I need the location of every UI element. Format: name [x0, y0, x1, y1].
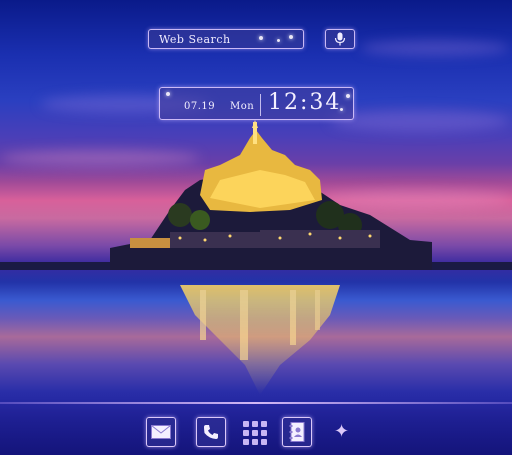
- web-search-label: Web Search: [159, 32, 231, 46]
- app-drawer-button[interactable]: [243, 421, 267, 445]
- app-drawer-icon: [261, 421, 267, 427]
- cloud: [360, 40, 510, 56]
- app-drawer-icon: [243, 439, 249, 445]
- sparkle-decoration: [277, 39, 280, 42]
- sparkle-decoration: [166, 92, 170, 96]
- sparkle-decoration: [289, 35, 293, 39]
- contacts-button[interactable]: [282, 417, 312, 447]
- home-screen: Web Search 07.19 Mon 12:34 ✦: [0, 0, 512, 455]
- app-drawer-icon: [252, 430, 258, 436]
- web-search-bar[interactable]: Web Search: [148, 29, 304, 49]
- app-drawer-icon: [261, 430, 267, 436]
- app-drawer-icon: [261, 439, 267, 445]
- sparkle-decoration: [259, 36, 263, 40]
- castle-island-image: [110, 120, 432, 270]
- clock-widget[interactable]: 07.19 Mon 12:34: [159, 87, 354, 120]
- clock-time: 12:34: [268, 90, 342, 115]
- sparkle-decoration: [340, 108, 343, 111]
- voice-search-button[interactable]: [325, 29, 355, 49]
- mail-button[interactable]: [146, 417, 176, 447]
- phone-icon: [204, 425, 218, 439]
- clock-divider: [260, 94, 261, 116]
- contacts-icon: [289, 422, 305, 442]
- app-drawer-icon: [243, 430, 249, 436]
- app-drawer-icon: [243, 421, 249, 427]
- clock-day: Mon: [230, 101, 255, 112]
- sparkle-star-icon[interactable]: ✦: [334, 423, 349, 441]
- phone-button[interactable]: [196, 417, 226, 447]
- mail-icon: [151, 425, 171, 439]
- castle-reflection-image: [180, 285, 340, 395]
- microphone-icon: [334, 32, 346, 46]
- app-drawer-icon: [252, 439, 258, 445]
- app-drawer-icon: [252, 421, 258, 427]
- clock-date: 07.19: [184, 101, 216, 112]
- sparkle-decoration: [346, 94, 350, 98]
